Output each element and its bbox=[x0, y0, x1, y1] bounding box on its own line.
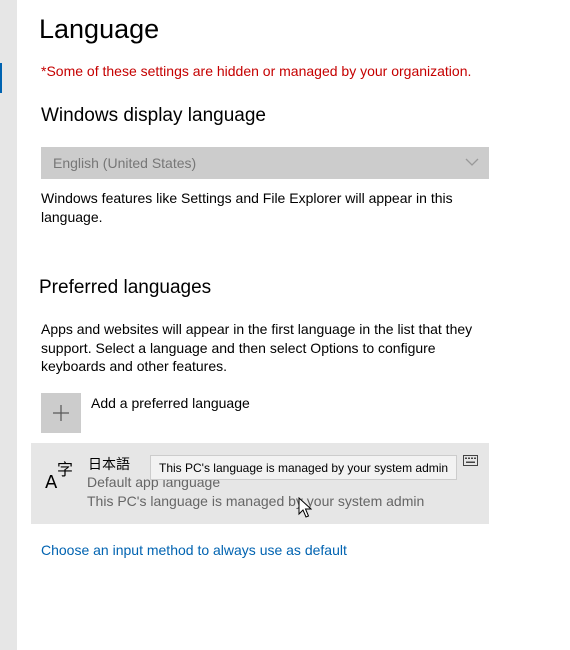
display-language-value: English (United States) bbox=[53, 155, 197, 171]
add-language-label[interactable]: Add a preferred language bbox=[91, 395, 250, 411]
language-character-icon: A 字 bbox=[45, 460, 73, 491]
managed-language-tooltip: This PC's language is managed by your sy… bbox=[150, 455, 458, 480]
display-language-heading: Windows display language bbox=[41, 105, 266, 126]
mouse-cursor-icon bbox=[298, 497, 312, 518]
chevron-down-icon bbox=[465, 158, 479, 166]
keyboard-icon bbox=[463, 455, 478, 466]
page-title: Language bbox=[39, 14, 160, 44]
plus-icon bbox=[53, 405, 69, 421]
language-managed-note: This PC's language is managed by your sy… bbox=[87, 493, 425, 509]
preferred-languages-description: Apps and websites will appear in the fir… bbox=[41, 321, 473, 374]
preferred-languages-heading: Preferred languages bbox=[39, 277, 212, 298]
svg-text:字: 字 bbox=[57, 460, 73, 479]
language-name: 日本語 bbox=[88, 456, 130, 472]
add-language-button[interactable] bbox=[41, 393, 81, 433]
nav-selection-indicator bbox=[0, 63, 2, 93]
input-method-link[interactable]: Choose an input method to always use as … bbox=[41, 542, 347, 558]
left-nav-strip bbox=[0, 0, 17, 650]
display-language-description: Windows features like Settings and File … bbox=[41, 190, 453, 225]
display-language-select[interactable]: English (United States) bbox=[41, 147, 489, 179]
managed-settings-warning: *Some of these settings are hidden or ma… bbox=[41, 63, 472, 79]
